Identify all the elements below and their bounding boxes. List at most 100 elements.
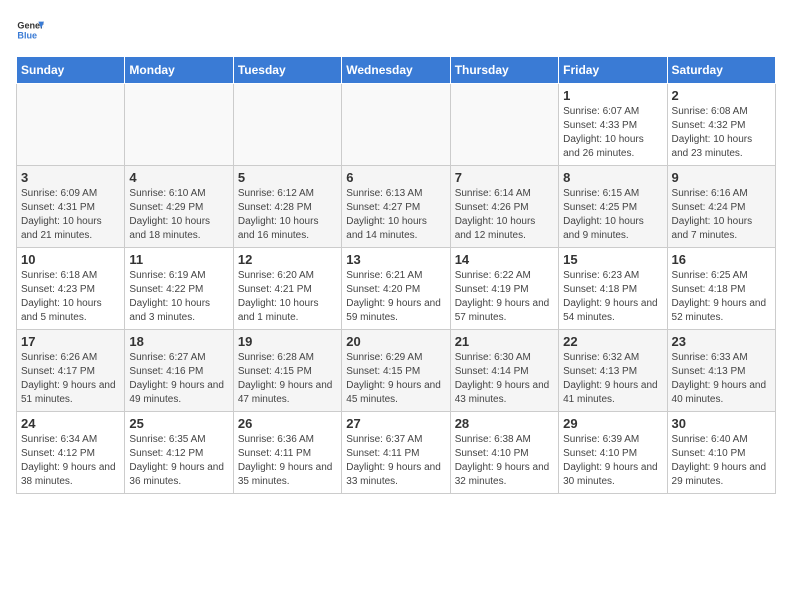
calendar-cell: 7 Sunrise: 6:14 AM Sunset: 4:26 PM Daylig… (450, 166, 558, 248)
day-number: 29 (563, 416, 662, 431)
day-info: Sunrise: 6:15 AM Sunset: 4:25 PM Dayligh… (563, 187, 662, 243)
day-info: Sunrise: 6:36 AM Sunset: 4:11 PM Dayligh… (238, 433, 337, 489)
day-number: 23 (672, 334, 771, 349)
calendar-cell: 16 Sunrise: 6:25 AM Sunset: 4:18 PM Dayli… (667, 248, 775, 330)
day-number: 17 (21, 334, 120, 349)
day-number: 10 (21, 252, 120, 267)
day-number: 1 (563, 88, 662, 103)
calendar-cell: 4 Sunrise: 6:10 AM Sunset: 4:29 PM Daylig… (125, 166, 233, 248)
calendar-cell: 25 Sunrise: 6:35 AM Sunset: 4:12 PM Dayli… (125, 412, 233, 494)
calendar-cell: 24 Sunrise: 6:34 AM Sunset: 4:12 PM Dayli… (17, 412, 125, 494)
calendar-cell (17, 84, 125, 166)
calendar-cell (125, 84, 233, 166)
day-number: 5 (238, 170, 337, 185)
day-number: 12 (238, 252, 337, 267)
day-info: Sunrise: 6:30 AM Sunset: 4:14 PM Dayligh… (455, 351, 554, 407)
day-info: Sunrise: 6:25 AM Sunset: 4:18 PM Dayligh… (672, 269, 771, 325)
day-info: Sunrise: 6:23 AM Sunset: 4:18 PM Dayligh… (563, 269, 662, 325)
calendar-cell: 23 Sunrise: 6:33 AM Sunset: 4:13 PM Dayli… (667, 330, 775, 412)
calendar-cell: 3 Sunrise: 6:09 AM Sunset: 4:31 PM Daylig… (17, 166, 125, 248)
day-info: Sunrise: 6:09 AM Sunset: 4:31 PM Dayligh… (21, 187, 120, 243)
day-number: 25 (129, 416, 228, 431)
day-info: Sunrise: 6:07 AM Sunset: 4:33 PM Dayligh… (563, 105, 662, 161)
calendar-cell: 12 Sunrise: 6:20 AM Sunset: 4:21 PM Dayli… (233, 248, 341, 330)
calendar-cell: 11Sunrise: 6:19 AM Sunset: 4:22 PM Dayli… (125, 248, 233, 330)
day-number: 4 (129, 170, 228, 185)
calendar-cell: 5 Sunrise: 6:12 AM Sunset: 4:28 PM Daylig… (233, 166, 341, 248)
day-info: Sunrise: 6:37 AM Sunset: 4:11 PM Dayligh… (346, 433, 445, 489)
calendar-cell: 9 Sunrise: 6:16 AM Sunset: 4:24 PM Daylig… (667, 166, 775, 248)
day-info: Sunrise: 6:29 AM Sunset: 4:15 PM Dayligh… (346, 351, 445, 407)
day-number: 13 (346, 252, 445, 267)
calendar-cell: 10 Sunrise: 6:18 AM Sunset: 4:23 PM Dayli… (17, 248, 125, 330)
calendar-cell: 18 Sunrise: 6:27 AM Sunset: 4:16 PM Dayli… (125, 330, 233, 412)
calendar-cell: 15 Sunrise: 6:23 AM Sunset: 4:18 PM Dayli… (559, 248, 667, 330)
calendar-cell: 22 Sunrise: 6:32 AM Sunset: 4:13 PM Dayli… (559, 330, 667, 412)
calendar-cell: 26Sunrise: 6:36 AM Sunset: 4:11 PM Dayli… (233, 412, 341, 494)
day-info: Sunrise: 6:22 AM Sunset: 4:19 PM Dayligh… (455, 269, 554, 325)
day-info: Sunrise: 6:39 AM Sunset: 4:10 PM Dayligh… (563, 433, 662, 489)
day-info: Sunrise: 6:40 AM Sunset: 4:10 PM Dayligh… (672, 433, 771, 489)
day-info: Sunrise: 6:19 AM Sunset: 4:22 PM Dayligh… (129, 269, 228, 325)
day-number: 16 (672, 252, 771, 267)
day-info: Sunrise: 6:21 AM Sunset: 4:20 PM Dayligh… (346, 269, 445, 325)
calendar-cell: 30 Sunrise: 6:40 AM Sunset: 4:10 PM Dayli… (667, 412, 775, 494)
day-info: Sunrise: 6:12 AM Sunset: 4:28 PM Dayligh… (238, 187, 337, 243)
calendar-cell: 8Sunrise: 6:15 AM Sunset: 4:25 PM Daylig… (559, 166, 667, 248)
day-info: Sunrise: 6:38 AM Sunset: 4:10 PM Dayligh… (455, 433, 554, 489)
day-number: 7 (455, 170, 554, 185)
day-number: 30 (672, 416, 771, 431)
day-info: Sunrise: 6:26 AM Sunset: 4:17 PM Dayligh… (21, 351, 120, 407)
calendar-table: SundayMondayTuesdayWednesdayThursdayFrid… (16, 56, 776, 494)
day-info: Sunrise: 6:08 AM Sunset: 4:32 PM Dayligh… (672, 105, 771, 161)
day-number: 14 (455, 252, 554, 267)
day-info: Sunrise: 6:35 AM Sunset: 4:12 PM Dayligh… (129, 433, 228, 489)
calendar-cell (450, 84, 558, 166)
day-info: Sunrise: 6:13 AM Sunset: 4:27 PM Dayligh… (346, 187, 445, 243)
day-number: 28 (455, 416, 554, 431)
col-header-wednesday: Wednesday (342, 57, 450, 84)
calendar-cell (342, 84, 450, 166)
svg-text:Blue: Blue (17, 30, 37, 40)
calendar-cell (233, 84, 341, 166)
day-number: 20 (346, 334, 445, 349)
day-info: Sunrise: 6:16 AM Sunset: 4:24 PM Dayligh… (672, 187, 771, 243)
day-info: Sunrise: 6:27 AM Sunset: 4:16 PM Dayligh… (129, 351, 228, 407)
col-header-monday: Monday (125, 57, 233, 84)
calendar-cell: 27 Sunrise: 6:37 AM Sunset: 4:11 PM Dayli… (342, 412, 450, 494)
col-header-sunday: Sunday (17, 57, 125, 84)
calendar-cell: 20 Sunrise: 6:29 AM Sunset: 4:15 PM Dayli… (342, 330, 450, 412)
calendar-cell: 14 Sunrise: 6:22 AM Sunset: 4:19 PM Dayli… (450, 248, 558, 330)
col-header-saturday: Saturday (667, 57, 775, 84)
calendar-cell: 17 Sunrise: 6:26 AM Sunset: 4:17 PM Dayli… (17, 330, 125, 412)
day-info: Sunrise: 6:33 AM Sunset: 4:13 PM Dayligh… (672, 351, 771, 407)
day-info: Sunrise: 6:28 AM Sunset: 4:15 PM Dayligh… (238, 351, 337, 407)
day-info: Sunrise: 6:32 AM Sunset: 4:13 PM Dayligh… (563, 351, 662, 407)
calendar-cell: 29 Sunrise: 6:39 AM Sunset: 4:10 PM Dayli… (559, 412, 667, 494)
calendar-cell: 1 Sunrise: 6:07 AM Sunset: 4:33 PM Daylig… (559, 84, 667, 166)
calendar-cell: 28 Sunrise: 6:38 AM Sunset: 4:10 PM Dayli… (450, 412, 558, 494)
day-number: 18 (129, 334, 228, 349)
day-number: 21 (455, 334, 554, 349)
col-header-tuesday: Tuesday (233, 57, 341, 84)
day-info: Sunrise: 6:34 AM Sunset: 4:12 PM Dayligh… (21, 433, 120, 489)
day-info: Sunrise: 6:10 AM Sunset: 4:29 PM Dayligh… (129, 187, 228, 243)
page-header: General Blue (16, 16, 776, 44)
day-number: 19 (238, 334, 337, 349)
day-number: 27 (346, 416, 445, 431)
day-number: 15 (563, 252, 662, 267)
calendar-cell: 6 Sunrise: 6:13 AM Sunset: 4:27 PM Daylig… (342, 166, 450, 248)
day-number: 9 (672, 170, 771, 185)
calendar-cell: 2Sunrise: 6:08 AM Sunset: 4:32 PM Daylig… (667, 84, 775, 166)
day-info: Sunrise: 6:18 AM Sunset: 4:23 PM Dayligh… (21, 269, 120, 325)
day-number: 24 (21, 416, 120, 431)
col-header-friday: Friday (559, 57, 667, 84)
day-number: 22 (563, 334, 662, 349)
day-number: 3 (21, 170, 120, 185)
logo: General Blue (16, 16, 44, 44)
day-info: Sunrise: 6:20 AM Sunset: 4:21 PM Dayligh… (238, 269, 337, 325)
day-number: 6 (346, 170, 445, 185)
day-info: Sunrise: 6:14 AM Sunset: 4:26 PM Dayligh… (455, 187, 554, 243)
col-header-thursday: Thursday (450, 57, 558, 84)
calendar-cell: 13 Sunrise: 6:21 AM Sunset: 4:20 PM Dayli… (342, 248, 450, 330)
